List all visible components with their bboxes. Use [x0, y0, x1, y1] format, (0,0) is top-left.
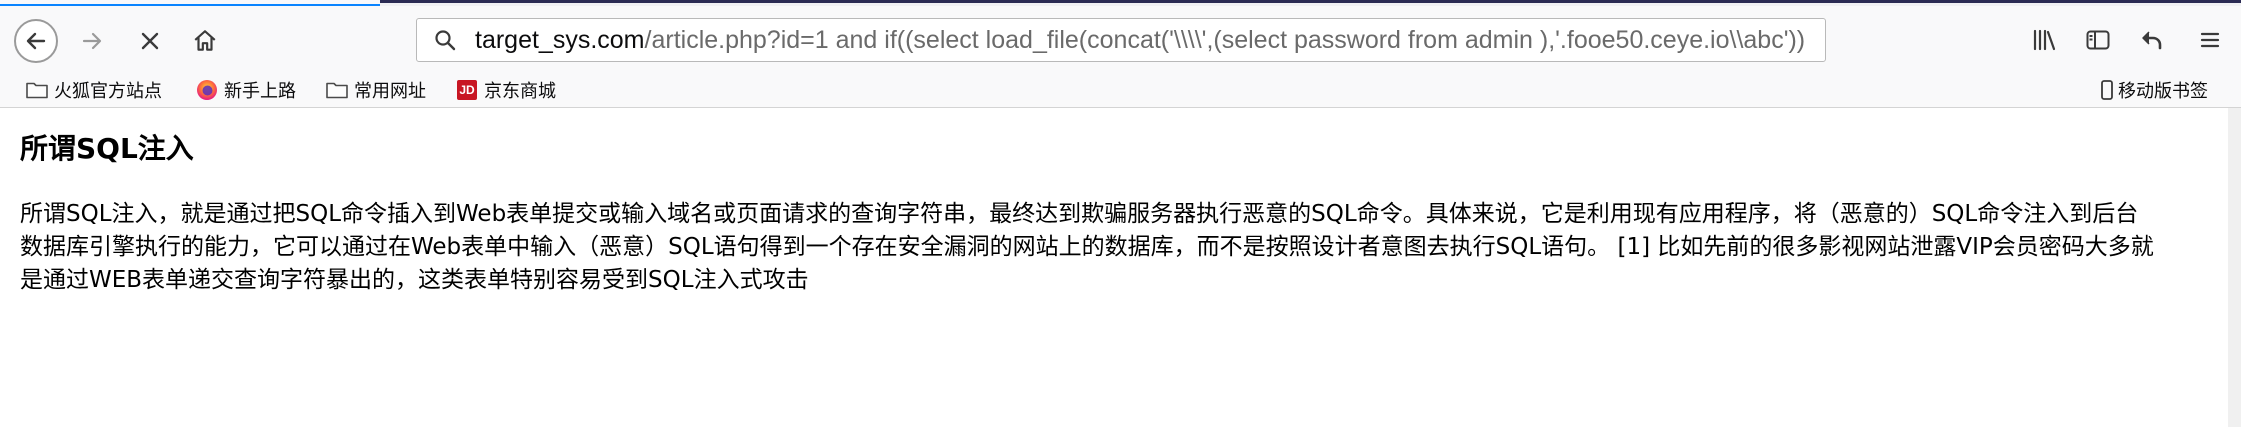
bookmark-common-sites[interactable]: 常用网址 [326, 75, 426, 105]
page-content: 所谓SQL注入 所谓SQL注入，就是通过把SQL命令插入到Web表单提交或输入域… [0, 108, 2241, 427]
folder-icon [26, 79, 48, 101]
address-bar[interactable]: target_sys.com/article.php?id=1 and if((… [416, 18, 1826, 62]
bookmark-label: 火狐官方站点 [54, 81, 162, 102]
bookmark-firefox-official[interactable]: 火狐官方站点 [26, 75, 162, 105]
folder-icon [326, 79, 348, 101]
search-icon [425, 20, 465, 60]
bookmark-getting-started[interactable]: 新手上路 [196, 75, 296, 105]
undo-button[interactable] [2132, 20, 2172, 60]
navigation-toolbar: target_sys.com/article.php?id=1 and if((… [0, 6, 2241, 72]
library-button[interactable] [2025, 20, 2065, 60]
mobile-bookmarks-label: 移动版书签 [2118, 81, 2208, 102]
home-button[interactable] [183, 19, 227, 63]
jd-icon: JD [456, 79, 478, 101]
hamburger-menu-icon [2200, 32, 2220, 48]
back-button[interactable] [14, 19, 58, 63]
mobile-bookmarks[interactable]: 移动版书签 [2100, 75, 2208, 105]
arrow-right-icon [82, 32, 102, 50]
tab-strip-background [380, 0, 2241, 3]
vertical-scrollbar[interactable] [2228, 108, 2241, 427]
stop-button[interactable] [128, 19, 172, 63]
firefox-icon [196, 79, 218, 101]
bookmark-label: 常用网址 [354, 81, 426, 102]
sidebar-icon [2086, 30, 2110, 50]
undo-arrow-icon [2142, 31, 2162, 50]
close-icon [141, 32, 159, 50]
forward-button[interactable] [70, 19, 114, 63]
article-body: 所谓SQL注入，就是通过把SQL命令插入到Web表单提交或输入域名或页面请求的查… [20, 201, 2154, 293]
home-icon [194, 30, 216, 51]
url-text[interactable]: target_sys.com/article.php?id=1 and if((… [475, 26, 1805, 55]
bookmark-label: 京东商城 [484, 81, 556, 102]
library-icon [2033, 29, 2056, 51]
arrow-left-icon [26, 32, 46, 50]
url-path: /article.php?id=1 and if((select load_fi… [644, 25, 1806, 54]
bookmark-jd-mall[interactable]: JD 京东商城 [456, 75, 556, 105]
mobile-icon [2100, 79, 2114, 101]
page-title: 所谓SQL注入 [20, 132, 194, 165]
bookmark-label: 新手上路 [224, 81, 296, 102]
url-host: target_sys.com [475, 25, 645, 54]
bookmarks-toolbar: 火狐官方站点 新手上路 常用网址 JD 京东商城 移动版书签 [0, 72, 2241, 108]
open-menu-button[interactable] [2190, 20, 2230, 60]
sidebar-button[interactable] [2078, 20, 2118, 60]
